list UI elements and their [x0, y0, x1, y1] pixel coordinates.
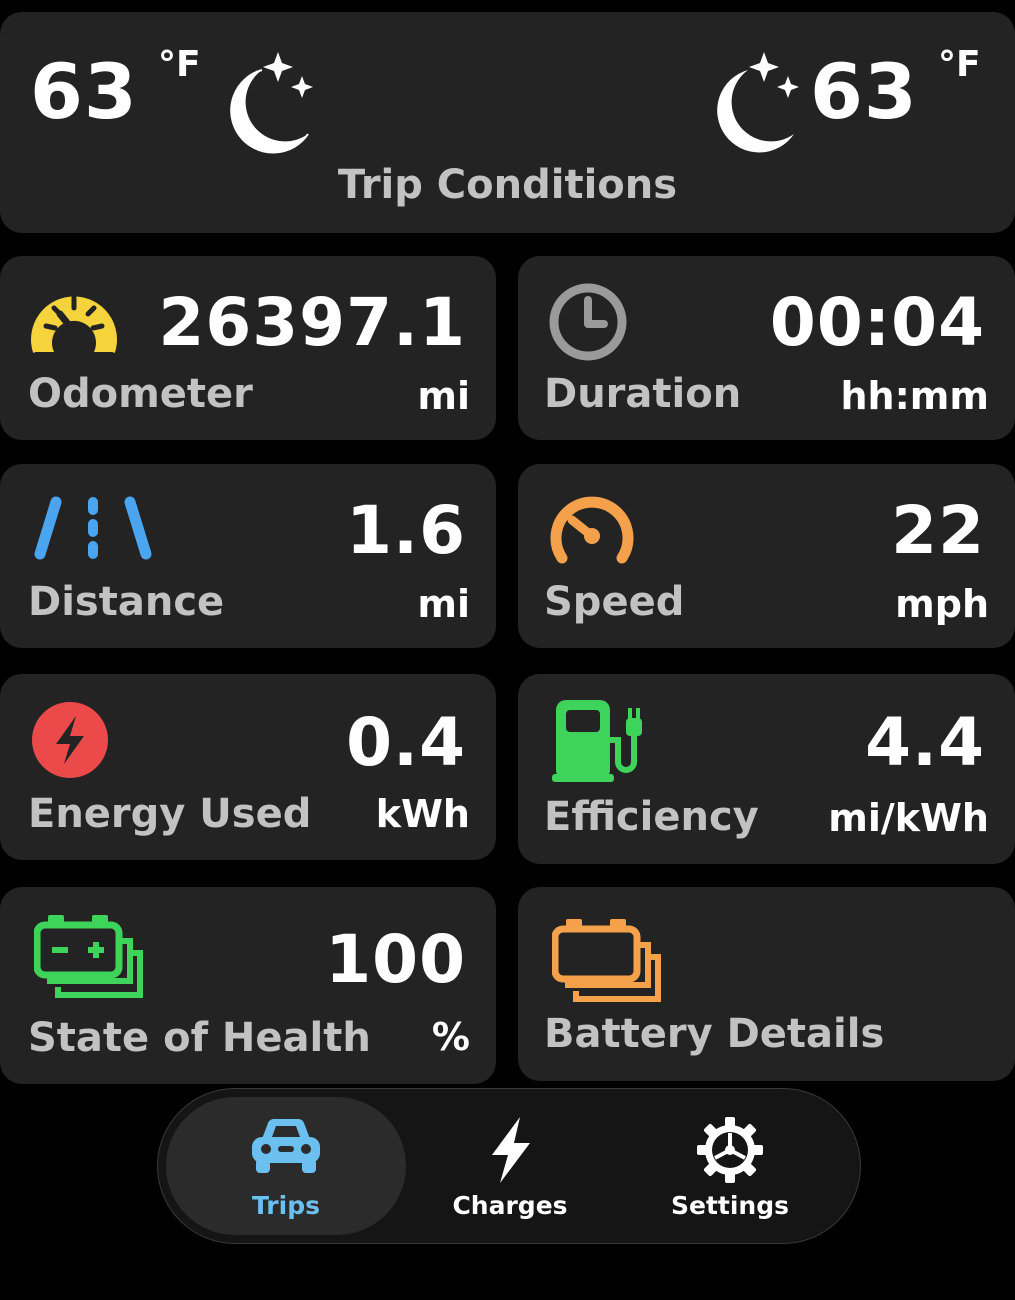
distance-unit: mi [417, 582, 470, 626]
efficiency-label: Efficiency [544, 794, 759, 840]
duration-label: Duration [544, 371, 742, 417]
battery-details-label: Battery Details [544, 1011, 885, 1057]
distance-value: 1.6 [346, 492, 466, 569]
speedometer-icon [31, 295, 117, 353]
energy-used-label: Energy Used [28, 791, 312, 837]
bolt-circle-icon [32, 702, 108, 778]
speed-value: 22 [891, 492, 985, 569]
duration-card[interactable]: 00:04 Duration hh:mm [518, 256, 1015, 440]
energy-used-card[interactable]: 0.4 Energy Used kWh [0, 674, 496, 860]
energy-used-value: 0.4 [346, 704, 466, 781]
car-icon [252, 1118, 320, 1173]
trip-conditions-card[interactable]: 63 °F 63 °F Trip Conditions [0, 12, 1015, 233]
tab-settings-label: Settings [670, 1191, 789, 1220]
efficiency-card[interactable]: 4.4 Efficiency mi/kWh [518, 674, 1015, 864]
duration-unit: hh:mm [840, 374, 990, 418]
battery-stack-icon [552, 919, 661, 1002]
odometer-card[interactable]: 26397.1 Odometer mi [0, 256, 496, 440]
gauge-icon [550, 496, 634, 564]
tab-settings[interactable]: Settings [610, 1097, 850, 1235]
tab-trips[interactable]: Trips [166, 1097, 406, 1235]
tab-charges-label: Charges [452, 1191, 568, 1220]
efficiency-unit: mi/kWh [828, 796, 989, 840]
bolt-icon [492, 1117, 530, 1183]
distance-card[interactable]: 1.6 Distance mi [0, 464, 496, 648]
speed-unit: mph [895, 582, 989, 626]
speed-label: Speed [544, 579, 685, 625]
moon-stars-icon [230, 52, 313, 154]
moon-stars-icon [717, 52, 799, 153]
state-of-health-label: State of Health [28, 1015, 371, 1061]
tab-bar: Trips Charges Settings [157, 1088, 861, 1244]
trip-conditions-title: Trip Conditions [337, 162, 678, 208]
distance-label: Distance [28, 579, 225, 625]
state-of-health-unit: % [431, 1015, 470, 1059]
state-of-health-card[interactable]: 100 State of Health % [0, 887, 496, 1084]
tab-charges[interactable]: Charges [390, 1097, 630, 1235]
odometer-value: 26397.1 [158, 284, 466, 361]
end-temperature-unit: °F [938, 44, 981, 85]
odometer-unit: mi [417, 374, 470, 418]
start-temperature-unit: °F [158, 44, 201, 85]
ev-charger-icon [552, 700, 642, 782]
road-lanes-icon [34, 496, 152, 560]
odometer-label: Odometer [28, 371, 253, 417]
tab-trips-label: Trips [252, 1191, 320, 1220]
clock-icon [549, 283, 627, 361]
duration-value: 00:04 [769, 284, 985, 361]
efficiency-value: 4.4 [865, 704, 985, 781]
start-temperature: 63 [30, 47, 138, 136]
battery-details-card[interactable]: Battery Details [518, 887, 1015, 1081]
gear-icon [697, 1117, 763, 1183]
energy-used-unit: kWh [375, 792, 470, 836]
end-temperature: 63 [810, 47, 918, 136]
speed-card[interactable]: 22 Speed mph [518, 464, 1015, 648]
battery-stack-icon [34, 915, 143, 998]
state-of-health-value: 100 [325, 921, 466, 998]
